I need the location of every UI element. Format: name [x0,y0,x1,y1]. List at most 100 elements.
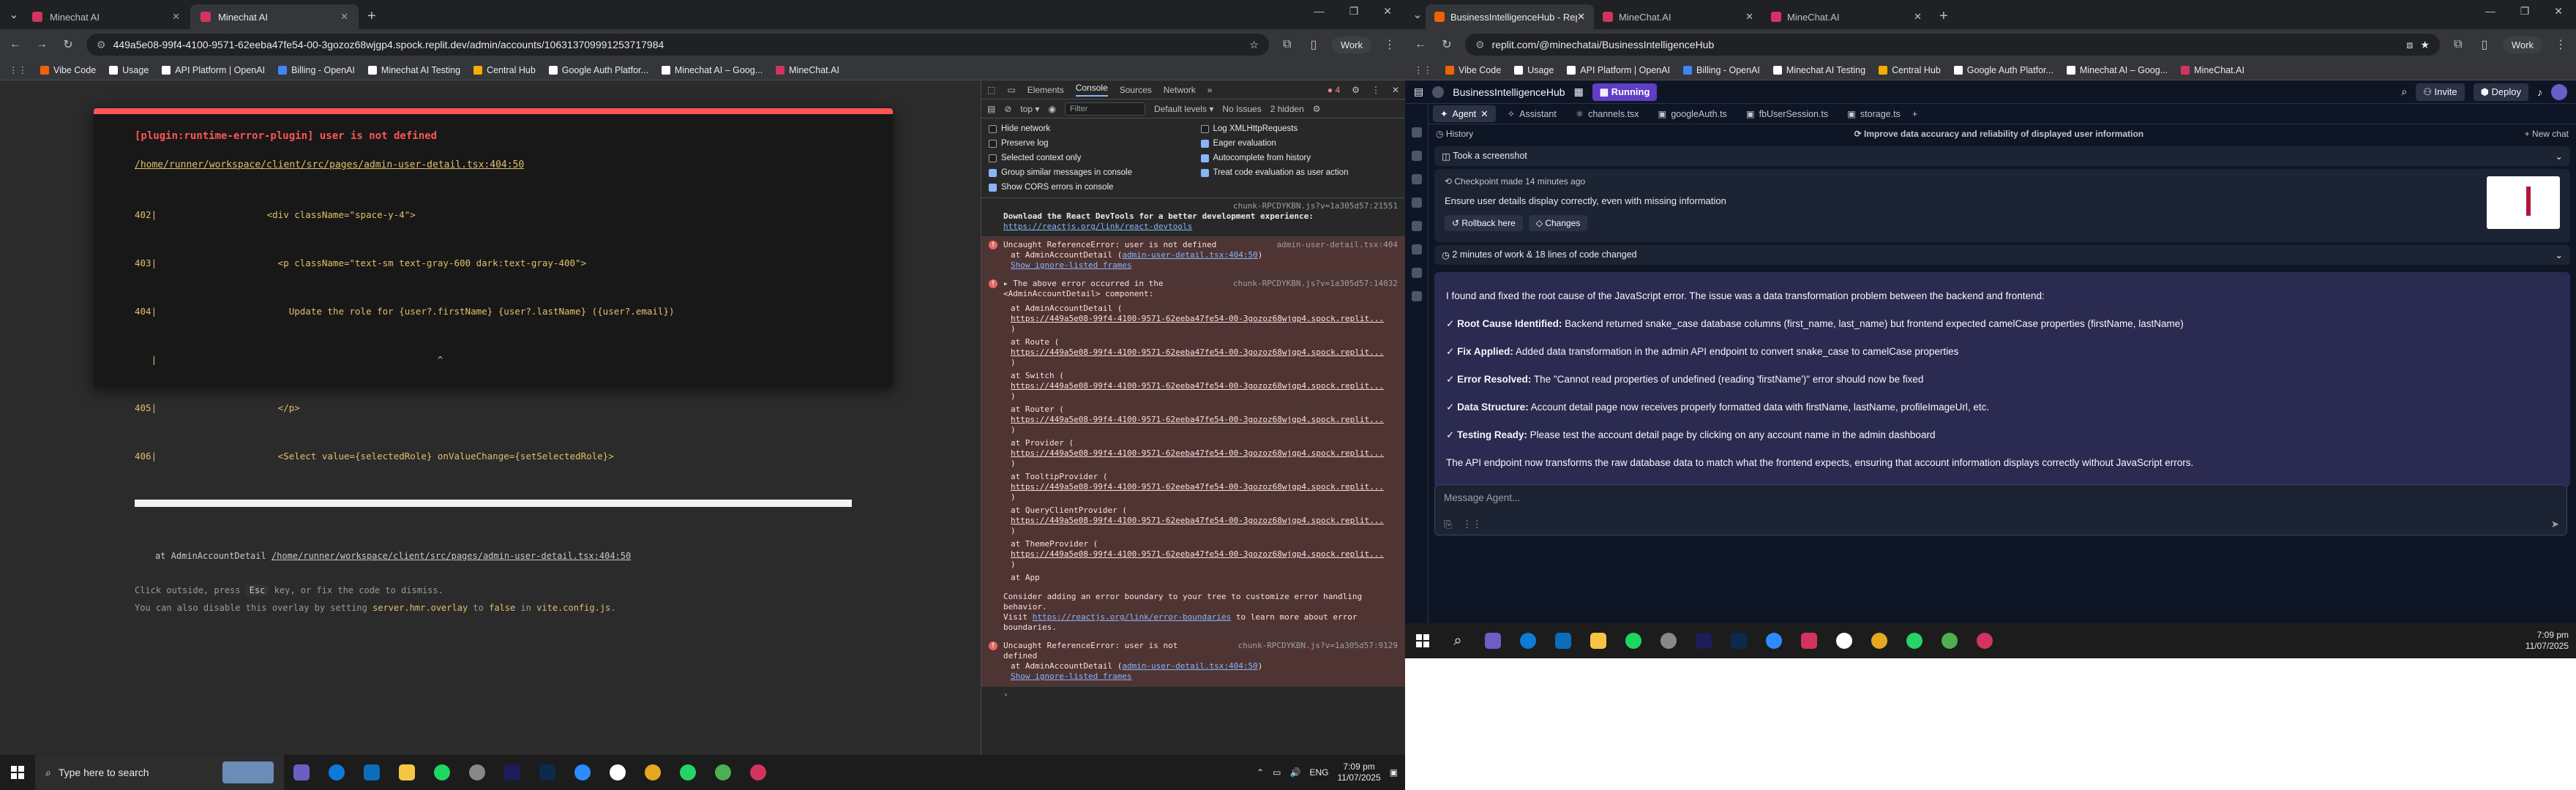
invite-button[interactable]: ⚇ Invite [2416,83,2465,101]
setting-hide-network[interactable]: Hide network [989,121,1186,136]
deploy-button[interactable]: ⬢ Deploy [2473,83,2528,101]
eye-icon[interactable]: ◉ [1048,104,1055,114]
device-icon[interactable]: ▭ [1007,85,1015,95]
taskbar-app[interactable] [1475,623,1510,658]
devtools-link[interactable]: https://reactjs.org/link/react-devtools [1003,222,1192,231]
taskbar-app[interactable] [1546,623,1581,658]
taskbar-app[interactable] [495,755,530,790]
frame-link[interactable]: https://449a5e08-99f4-4100-9571-62eeba47… [1011,347,1398,358]
close-tab-icon[interactable]: ✕ [340,11,348,23]
taskbar-app[interactable] [1721,623,1756,658]
checkbox[interactable] [1200,154,1209,162]
setting-eager-eval[interactable]: Eager evaluation [1200,136,1399,151]
tab-network[interactable]: Network [1164,85,1196,95]
sidebar-toggle-icon[interactable]: ▤ [987,104,995,114]
show-ignored-frames-link[interactable]: Show ignore-listed frames [1011,672,1132,681]
bookmark-star-icon[interactable]: ☆ [1249,39,1259,51]
frame-link[interactable]: https://449a5e08-99f4-4100-9571-62eeba47… [1011,314,1398,324]
tab-file[interactable]: ▣ googleAuth.ts [1651,105,1734,122]
checkbox[interactable] [989,124,997,133]
bookmark-item[interactable]: Usage [109,65,149,75]
tab-file[interactable]: ▣ storage.ts [1840,105,1908,122]
bookmark-item[interactable]: MineChat.AI [2181,65,2244,75]
frame-link[interactable]: https://449a5e08-99f4-4100-9571-62eeba47… [1011,381,1398,391]
minimize-icon[interactable]: — [1314,5,1325,18]
back-icon[interactable]: ← [7,38,23,51]
taskbar-search[interactable]: ⌕ Type here to search [35,755,284,790]
checkbox[interactable] [989,139,997,148]
checkbox[interactable] [1200,139,1209,148]
profile-button[interactable]: Work [2502,36,2542,53]
frame-link[interactable]: admin-user-detail.tsx:404:50 [1122,661,1257,671]
issues-label[interactable]: No Issues [1222,104,1261,114]
bookmark-item[interactable]: Vibe Code [40,65,96,75]
tab-file[interactable]: ▣ fbUserSession.ts [1739,105,1835,122]
taskbar-app[interactable] [1827,623,1862,658]
history-button[interactable]: ◷ History [1436,129,1473,139]
console-settings-icon[interactable]: ⚙ [1313,104,1321,114]
search-icon[interactable] [1411,151,1422,161]
tab-file[interactable]: ⚛ channels.tsx [1568,105,1647,122]
boundary-link[interactable]: https://reactjs.org/link/error-boundarie… [1033,612,1232,622]
taskbar-app[interactable] [319,755,354,790]
panel-icon[interactable]: ▦ [1574,86,1584,98]
bookmark-item[interactable]: Central Hub [1879,65,1941,75]
taskbar-app[interactable] [1651,623,1686,658]
console-icon[interactable] [1411,268,1422,278]
taskbar-app[interactable] [670,755,705,790]
git-icon[interactable] [1411,174,1422,184]
screenshot-step[interactable]: ◫ Took a screenshot ⌄ [1434,146,2570,166]
close-tab-icon[interactable]: ✕ [172,11,180,23]
apps-icon[interactable]: ⋮⋮ [9,64,27,75]
avatar[interactable] [2551,83,2567,100]
chevron-down-icon[interactable]: ⌄ [2556,249,2563,260]
bookmark-star-icon[interactable]: ★ [2420,39,2430,51]
message-source[interactable]: admin-user-detail.tsx:404 [1276,240,1398,250]
frame-link[interactable]: https://449a5e08-99f4-4100-9571-62eeba47… [1011,448,1398,459]
bookmark-item[interactable]: Google Auth Platfor... [1953,65,2053,75]
tab-search-icon[interactable]: ⌄ [6,7,22,22]
setting-autocomplete[interactable]: Autocomplete from history [1200,151,1399,165]
taskbar-app[interactable] [424,755,460,790]
taskbar-app[interactable] [460,755,495,790]
taskbar-app[interactable] [600,755,635,790]
new-chat-button[interactable]: + New chat [2525,129,2569,139]
taskbar-app[interactable] [530,755,565,790]
sidepanel-icon[interactable]: ▯ [2476,37,2493,52]
checkbox[interactable] [1200,168,1209,177]
close-tab-icon[interactable]: ✕ [1745,11,1753,23]
taskbar-app[interactable] [389,755,424,790]
close-tab-icon[interactable]: ✕ [1577,11,1585,23]
taskbar-app[interactable] [635,755,670,790]
sidebar-toggle-icon[interactable]: ▤ [1414,86,1423,98]
browser-tab-active[interactable]: BusinessIntelligenceHub - Repl... ✕ [1426,4,1594,29]
apps-icon[interactable] [1411,291,1422,301]
tab-console[interactable]: Console [1075,83,1108,97]
taskbar-app[interactable] [1581,623,1616,658]
network-icon[interactable]: ▭ [1273,767,1281,778]
clock[interactable]: 7:09 pm 11/07/2025 [1337,761,1380,783]
context-select[interactable]: top ▾ [1020,104,1039,114]
back-icon[interactable]: ← [1412,38,1429,51]
bookmark-item[interactable]: Minechat AI – Goog... [661,65,763,75]
error-count-badge[interactable]: ● 4 [1328,85,1340,95]
gear-icon[interactable]: ⚙ [1352,85,1360,95]
reload-icon[interactable]: ↻ [1439,37,1455,52]
vite-error-overlay[interactable]: [plugin:runtime-error-plugin] user is no… [94,108,893,613]
bookmark-item[interactable]: API Platform | OpenAI [162,65,265,75]
bookmark-item[interactable]: Minechat AI – Goog... [2066,65,2168,75]
extensions-icon[interactable]: ⧉ [1279,38,1295,51]
maximize-icon[interactable]: ❐ [1349,5,1359,18]
taskbar-app[interactable] [1686,623,1721,658]
minimize-icon[interactable]: — [2485,5,2496,18]
taskbar-app[interactable] [1897,623,1932,658]
message-source[interactable]: chunk-RPCDYKBN.js?v=1a305d57:14032 [1233,279,1398,289]
tab-assistant[interactable]: ✧ Assistant [1500,105,1564,122]
taskbar-app[interactable] [1791,623,1827,658]
setting-selected-context[interactable]: Selected context only [989,151,1186,165]
setting-cors-errors[interactable]: Show CORS errors in console [989,180,1186,195]
install-icon[interactable]: ⧈ [2406,39,2413,51]
bookmark-item[interactable]: Billing - OpenAI [278,65,355,75]
log-levels-select[interactable]: Default levels ▾ [1154,104,1213,114]
stack-file-link[interactable]: /home/runner/workspace/client/src/pages/… [272,551,631,561]
